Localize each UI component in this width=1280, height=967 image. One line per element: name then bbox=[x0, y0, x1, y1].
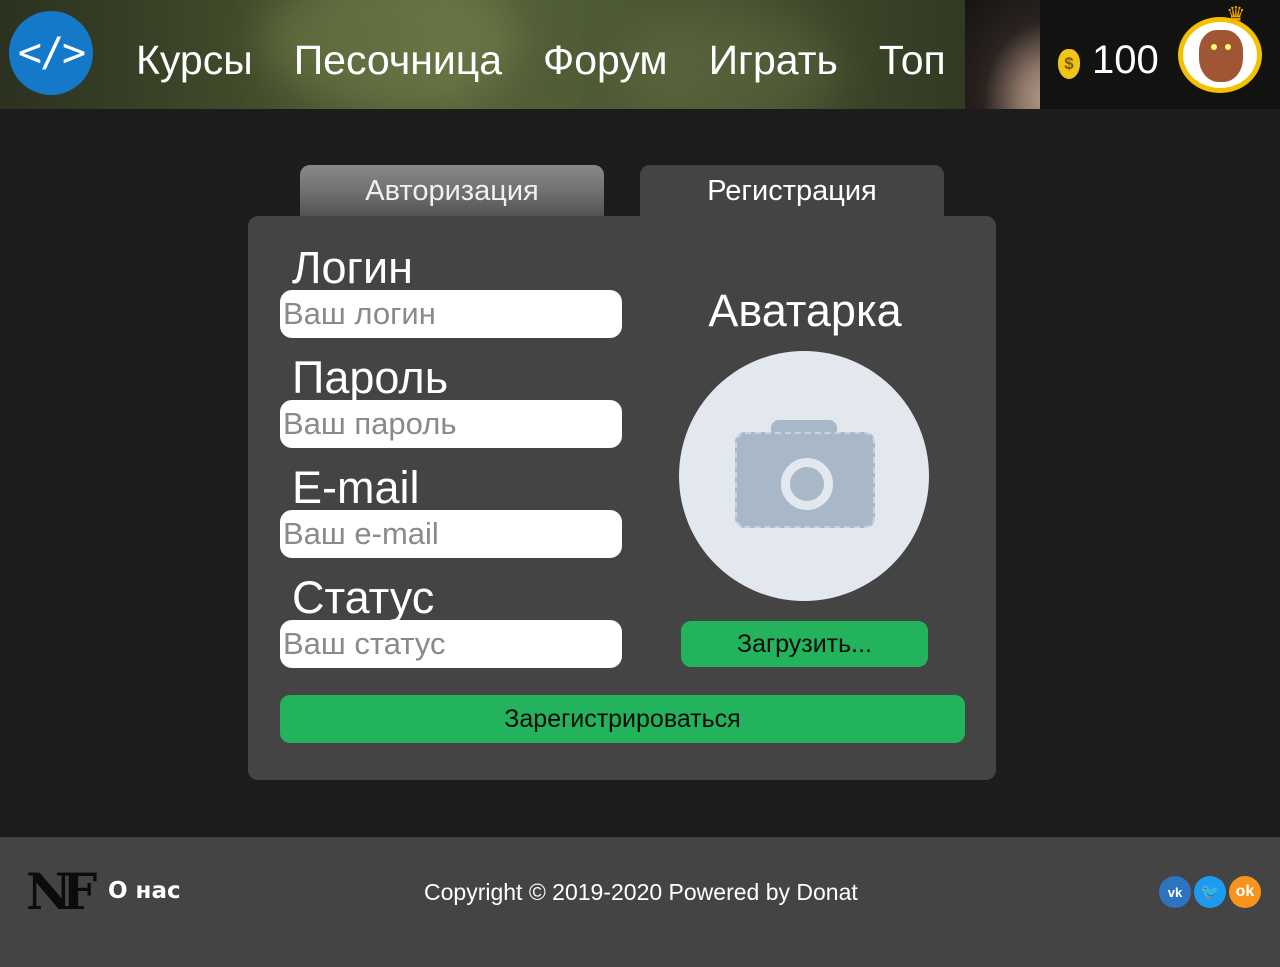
copyright-text: Copyright © 2019-2020 Powered by Donat bbox=[424, 879, 858, 905]
user-avatar[interactable] bbox=[1178, 17, 1262, 93]
twitter-icon[interactable]: 🐦 bbox=[1194, 876, 1226, 908]
tab-registration[interactable]: Регистрация bbox=[640, 165, 944, 217]
password-input[interactable] bbox=[280, 400, 622, 448]
register-button[interactable]: Зарегистрироваться bbox=[280, 695, 965, 743]
nav-item-courses[interactable]: Курсы bbox=[136, 35, 253, 85]
coin-balance: $ 100 bbox=[1058, 38, 1159, 82]
money-bag-icon: $ bbox=[1058, 49, 1080, 79]
login-label: Логин bbox=[292, 242, 413, 293]
upload-button[interactable]: Загрузить... bbox=[681, 621, 928, 667]
cat-avatar-image bbox=[1199, 30, 1243, 82]
footer-logo[interactable]: NF bbox=[26, 867, 97, 917]
camera-icon bbox=[735, 432, 875, 528]
tab-authorization[interactable]: Авторизация bbox=[300, 165, 604, 217]
status-input[interactable] bbox=[280, 620, 622, 668]
nav-item-top[interactable]: Топ bbox=[879, 35, 946, 85]
email-input[interactable] bbox=[280, 510, 622, 558]
camera-lens-icon bbox=[781, 458, 833, 510]
login-input[interactable] bbox=[280, 290, 622, 338]
main-nav: Курсы Песочница Форум Играть Топ bbox=[136, 35, 946, 85]
nav-item-play[interactable]: Играть bbox=[709, 35, 838, 85]
status-label: Статус bbox=[292, 572, 435, 623]
email-label: E-mail bbox=[292, 462, 420, 513]
coin-count: 100 bbox=[1092, 38, 1159, 82]
odnoklassniki-icon[interactable]: ok bbox=[1229, 876, 1261, 908]
crown-icon: ♛ bbox=[1226, 2, 1246, 27]
password-label: Пароль bbox=[292, 352, 449, 403]
avatar-upload-preview[interactable] bbox=[679, 351, 929, 601]
about-link[interactable]: О нас bbox=[108, 878, 181, 904]
nav-item-sandbox[interactable]: Песочница bbox=[294, 35, 502, 85]
nav-item-forum[interactable]: Форум bbox=[543, 35, 668, 85]
avatar-title: Аватарка bbox=[708, 285, 902, 336]
vk-icon[interactable]: vk bbox=[1159, 876, 1191, 908]
site-logo[interactable]: </> bbox=[9, 11, 93, 95]
